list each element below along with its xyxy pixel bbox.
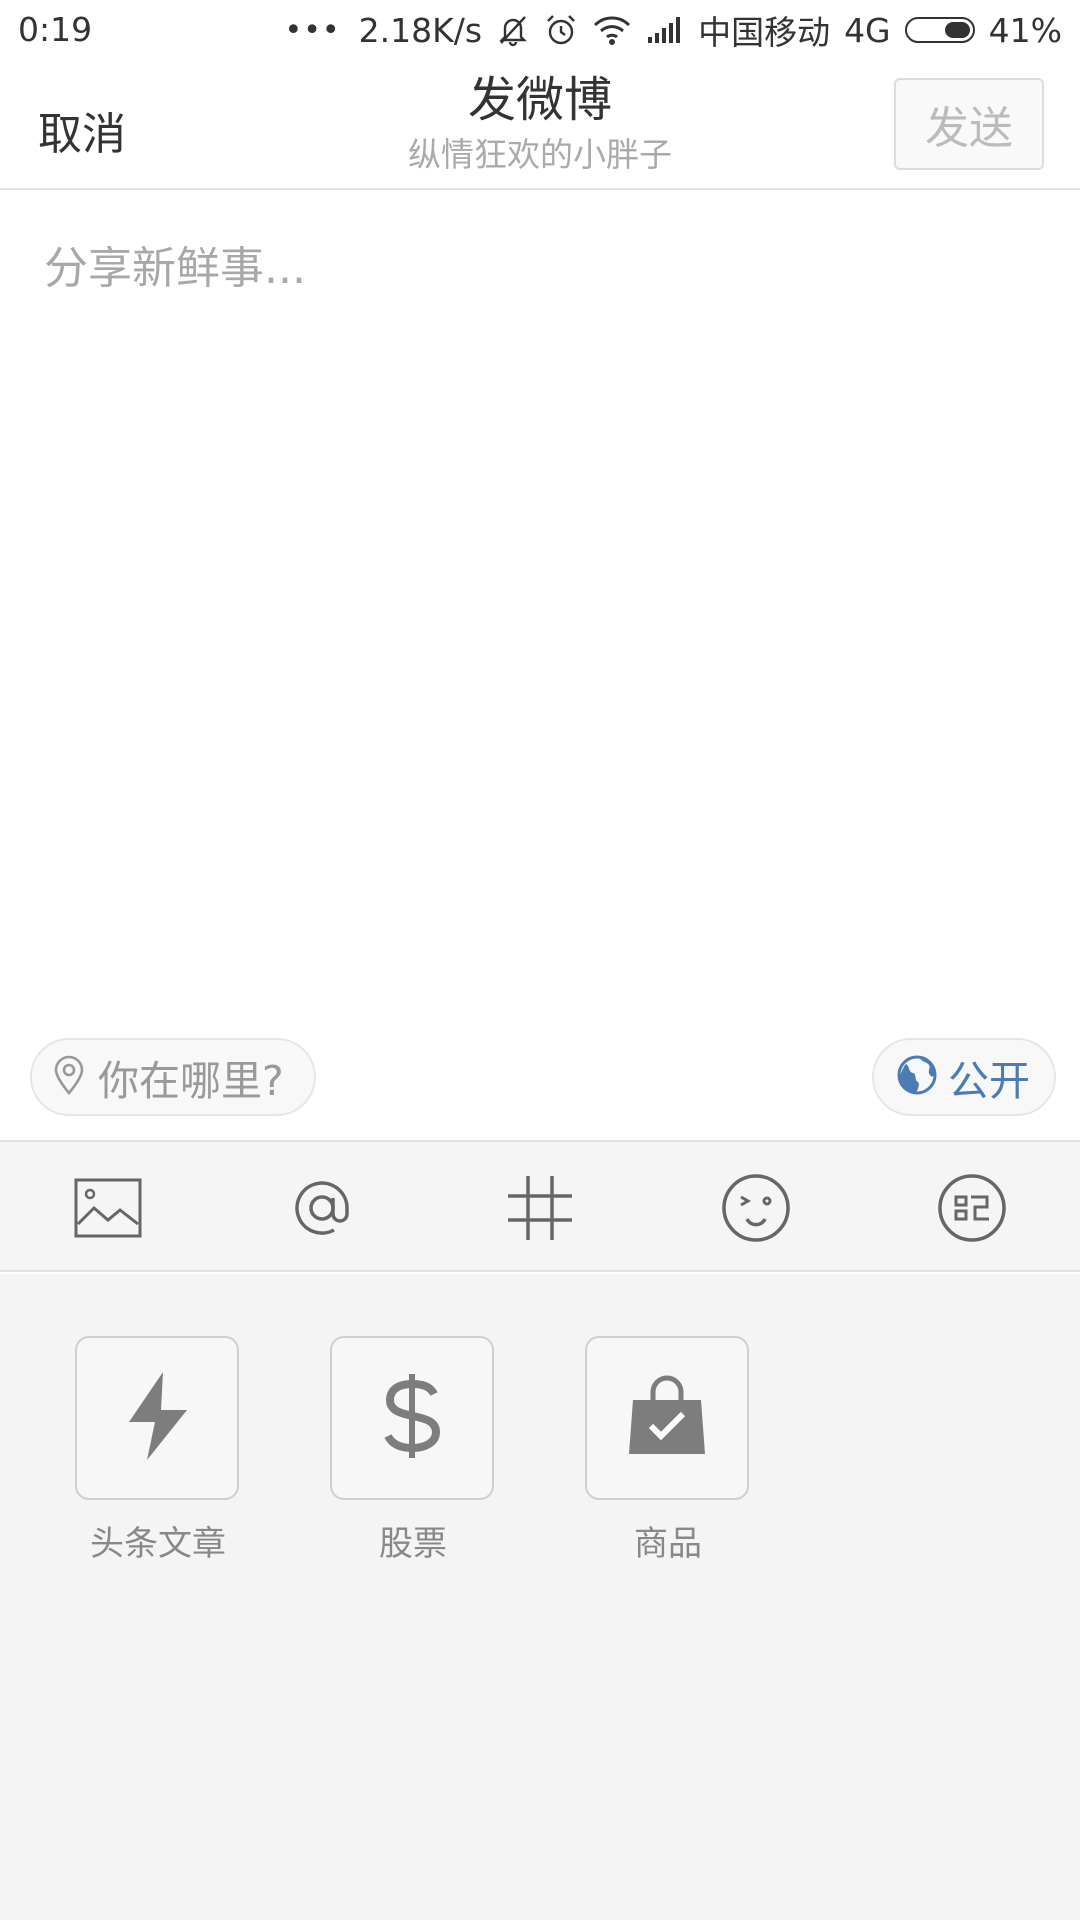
panel-label: 股票 (379, 1524, 447, 1564)
alarm-icon (544, 13, 578, 47)
panel-tile[interactable] (75, 1336, 239, 1500)
carrier-name: 中国移动 (698, 13, 831, 52)
emoji-icon[interactable] (720, 1172, 792, 1244)
shopping-bag-icon (627, 1374, 707, 1462)
lightning-icon (125, 1370, 189, 1466)
visibility-button[interactable]: 公开 (872, 1038, 1056, 1116)
compose-toolbar (0, 1140, 1080, 1272)
compose-header: 取消 发微博 纵情狂欢的小胖子 发送 (0, 60, 1080, 190)
panel-tile[interactable] (585, 1336, 749, 1500)
dollar-icon (382, 1372, 442, 1464)
location-button[interactable]: 你在哪里? (30, 1038, 316, 1116)
product-option[interactable]: 商品 (585, 1336, 751, 1565)
visibility-label: 公开 (948, 1057, 1030, 1105)
status-time: 0:19 (18, 10, 93, 49)
globe-icon (896, 1054, 938, 1100)
panel-label: 商品 (634, 1524, 702, 1564)
wifi-icon (592, 14, 632, 46)
network-speed: 2.18K/s (358, 10, 483, 50)
headline-article-option[interactable]: 头条文章 (75, 1336, 241, 1565)
image-icon[interactable] (72, 1172, 144, 1244)
more-icon[interactable] (936, 1172, 1008, 1244)
more-options-panel: 头条文章 股票 商品 (0, 1274, 1080, 1920)
panel-label: 头条文章 (90, 1524, 226, 1564)
hashtag-icon[interactable] (504, 1172, 576, 1244)
compose-area (0, 192, 1080, 1032)
cellular-signal-icon (646, 15, 684, 45)
status-bar: 0:19 ••• 2.18K/s 中国移动 4G 41% (0, 0, 1080, 60)
battery-fill (944, 22, 970, 38)
more-notifications-indicator: ••• (284, 12, 341, 48)
location-label: 你在哪里? (98, 1057, 284, 1105)
bell-muted-icon (496, 13, 530, 47)
stock-option[interactable]: 股票 (330, 1336, 496, 1565)
location-pin-icon (52, 1054, 86, 1100)
at-mention-icon[interactable] (286, 1172, 358, 1244)
send-button[interactable]: 发送 (894, 78, 1044, 170)
status-right-group: ••• 2.18K/s 中国移动 4G 41% (284, 10, 1062, 53)
panel-tile[interactable] (330, 1336, 494, 1500)
network-type: 4G (844, 10, 891, 50)
battery-icon (904, 17, 975, 43)
battery-percent: 41% (988, 10, 1062, 50)
compose-weibo-screen: 0:19 ••• 2.18K/s 中国移动 4G 41% 取消 发微博 纵情狂欢… (0, 0, 1080, 1920)
compose-text-input[interactable] (44, 232, 1034, 832)
